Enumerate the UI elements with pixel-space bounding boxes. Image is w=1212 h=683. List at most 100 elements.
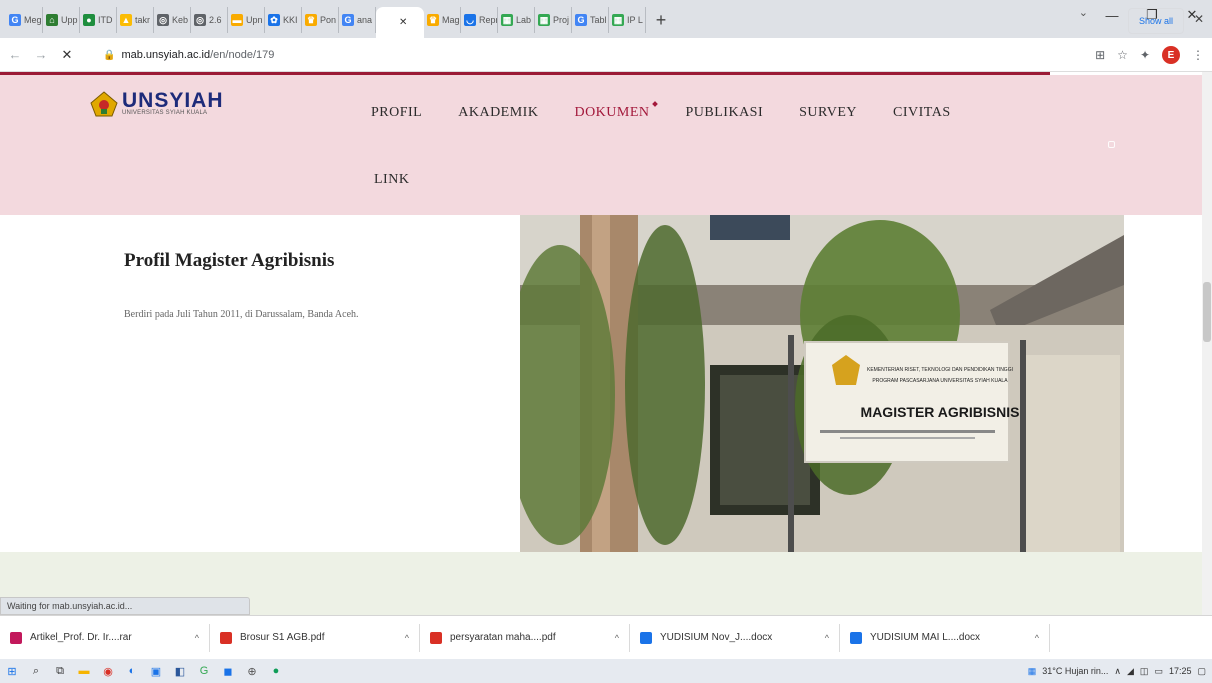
- file-icon: [850, 631, 862, 644]
- browser-tab[interactable]: ▦ Proj: [535, 7, 572, 33]
- tab-favicon-icon: ✿: [268, 14, 280, 26]
- browser-tab[interactable]: ◎ 2.6: [191, 7, 228, 33]
- extensions-icon[interactable]: ✦: [1140, 48, 1150, 62]
- tab-favicon-icon: ◎: [194, 14, 206, 26]
- address-bar[interactable]: 🔒 mab.unsyiah.ac.id /en/node/179: [103, 42, 1043, 68]
- chrome-icon[interactable]: ◉: [96, 659, 120, 683]
- download-item[interactable]: Artikel_Prof. Dr. Ir....rar ^: [0, 623, 210, 652]
- browser-tab[interactable]: G Meg: [6, 7, 43, 33]
- browser-tab[interactable]: ✕: [376, 7, 424, 38]
- chevron-up-icon[interactable]: ^: [1035, 633, 1039, 643]
- battery-icon[interactable]: ▭: [1154, 666, 1163, 677]
- scrollbar-thumb[interactable]: [1203, 282, 1211, 342]
- back-icon[interactable]: ←: [4, 44, 26, 66]
- file-explorer-icon[interactable]: ▬: [72, 659, 96, 683]
- tab-label: Repr: [479, 15, 498, 25]
- browser-tab[interactable]: ♛ Mag: [424, 7, 461, 33]
- browser-tab[interactable]: ▲ takr: [117, 7, 154, 33]
- browser-tab[interactable]: ▦ IP L: [609, 7, 646, 33]
- page-description: Berdiri pada Juli Tahun 2011, di Darussa…: [124, 309, 359, 320]
- url-host: mab.unsyiah.ac.id: [121, 49, 211, 61]
- profile-avatar[interactable]: E: [1162, 46, 1180, 64]
- browser-tab[interactable]: ▦ Lab: [498, 7, 535, 33]
- menu-kebab-icon[interactable]: ⋮: [1192, 48, 1204, 62]
- tab-label: IP L: [627, 15, 643, 25]
- url-path: /en/node/179: [210, 49, 275, 61]
- task-view-icon[interactable]: ⧉: [48, 659, 72, 683]
- weather-icon[interactable]: ▦: [1028, 666, 1037, 677]
- menu-dokumen[interactable]: DOKUMEN: [574, 105, 649, 121]
- tab-label: KKI: [283, 15, 298, 25]
- main-menu: PROFIL AKADEMIK DOKUMEN PUBLIKASI SURVEY…: [371, 105, 987, 121]
- clock[interactable]: 17:25: [1169, 666, 1192, 676]
- menu-civitas[interactable]: CIVITAS: [893, 105, 951, 121]
- download-item[interactable]: YUDISIUM Nov_J....docx ^: [630, 623, 840, 652]
- stop-loading-icon[interactable]: ✕: [56, 44, 78, 66]
- app-globe-icon[interactable]: ⊕: [240, 659, 264, 683]
- menu-profil[interactable]: PROFIL: [371, 105, 422, 121]
- minimize-icon[interactable]: —: [1092, 0, 1132, 30]
- download-item[interactable]: Brosur S1 AGB.pdf ^: [210, 623, 420, 652]
- tab-close-icon[interactable]: ✕: [399, 17, 407, 28]
- weather-text[interactable]: 31°C Hujan rin...: [1042, 666, 1108, 676]
- browser-tab[interactable]: ♛ Pon: [302, 7, 339, 33]
- menu-publikasi[interactable]: PUBLIKASI: [686, 105, 764, 121]
- bookmark-star-icon[interactable]: ☆: [1117, 48, 1128, 62]
- tab-favicon-icon: ◎: [157, 14, 169, 26]
- menu-survey[interactable]: SURVEY: [799, 105, 857, 121]
- chevron-up-icon[interactable]: ^: [615, 633, 619, 643]
- notifications-icon[interactable]: ▢: [1197, 666, 1206, 677]
- tray-chevron-icon[interactable]: ∧: [1114, 666, 1121, 677]
- menu-akademik[interactable]: AKADEMIK: [458, 105, 538, 121]
- browser-tab[interactable]: ◡ Repr: [461, 7, 498, 33]
- edge-icon[interactable]: ◐: [120, 659, 144, 683]
- page-title: Profil Magister Agribisnis: [124, 250, 335, 271]
- tab-favicon-icon: ◡: [464, 14, 476, 26]
- search-icon[interactable]: ⌕: [24, 659, 48, 683]
- app-green-icon[interactable]: ●: [264, 659, 288, 683]
- tab-favicon-icon: ⌂: [46, 14, 58, 26]
- download-filename: persyaratan maha....pdf: [450, 632, 556, 643]
- browser-tab[interactable]: ✿ KKI: [265, 7, 302, 33]
- browser-tab[interactable]: ◎ Keb: [154, 7, 191, 33]
- downloads-shelf: Artikel_Prof. Dr. Ir....rar ^ Brosur S1 AG…: [0, 615, 1212, 659]
- new-tab-button[interactable]: +: [650, 7, 672, 33]
- browser-tab[interactable]: ● ITD: [80, 7, 117, 33]
- word-icon[interactable]: ◧: [168, 659, 192, 683]
- browser-tab[interactable]: ⌂ Upp: [43, 7, 80, 33]
- app-g-icon[interactable]: G: [192, 659, 216, 683]
- download-item[interactable]: persyaratan maha....pdf ^: [420, 623, 630, 652]
- start-icon[interactable]: ⊞: [0, 659, 24, 683]
- lock-icon[interactable]: 🔒: [103, 50, 115, 61]
- chevron-up-icon[interactable]: ^: [405, 633, 409, 643]
- network-icon[interactable]: ◢: [1127, 666, 1134, 677]
- tab-label: Upp: [61, 15, 78, 25]
- file-icon: [640, 631, 652, 644]
- tab-strip: G Meg ⌂ Upp ● ITD ▲ takr ◎ Keb ◎ 2.6 ▬ Upn ✿ KKI ♛ Pon Gan…: [0, 0, 1212, 38]
- site-logo[interactable]: UNSYIAH UNIVERSITAS SYIAH KUALA: [90, 90, 224, 117]
- tab-label: Meg: [24, 15, 42, 25]
- app-blue-icon[interactable]: ◼: [216, 659, 240, 683]
- browser-tab[interactable]: G Tabl: [572, 7, 609, 33]
- forward-icon[interactable]: →: [30, 44, 52, 66]
- chevron-up-icon[interactable]: ^: [195, 633, 199, 643]
- file-icon: [220, 631, 232, 644]
- browser-tab[interactable]: Gana: [339, 7, 376, 33]
- menu-link[interactable]: LINK: [374, 172, 409, 187]
- close-downloads-icon[interactable]: ✕: [1194, 12, 1204, 26]
- tab-label: Keb: [172, 15, 189, 25]
- store-icon[interactable]: ▣: [144, 659, 168, 683]
- translate-icon[interactable]: ⊞: [1095, 48, 1105, 62]
- show-all-downloads-button[interactable]: Show all: [1127, 8, 1184, 34]
- page-scrollbar[interactable]: [1202, 72, 1212, 615]
- chevron-up-icon[interactable]: ^: [825, 633, 829, 643]
- tab-favicon-icon: ●: [83, 14, 95, 26]
- tab-search-icon[interactable]: ⌄: [1079, 6, 1088, 19]
- browser-tab[interactable]: ▬ Upn: [228, 7, 265, 33]
- download-item[interactable]: YUDISIUM MAI L....docx ^: [840, 623, 1050, 652]
- tab-favicon-icon: ♛: [427, 14, 439, 26]
- tab-favicon-icon: G: [342, 14, 354, 26]
- volume-icon[interactable]: ◫: [1140, 666, 1149, 677]
- tab-favicon-icon: G: [575, 14, 587, 26]
- search-icon[interactable]: [1108, 141, 1115, 148]
